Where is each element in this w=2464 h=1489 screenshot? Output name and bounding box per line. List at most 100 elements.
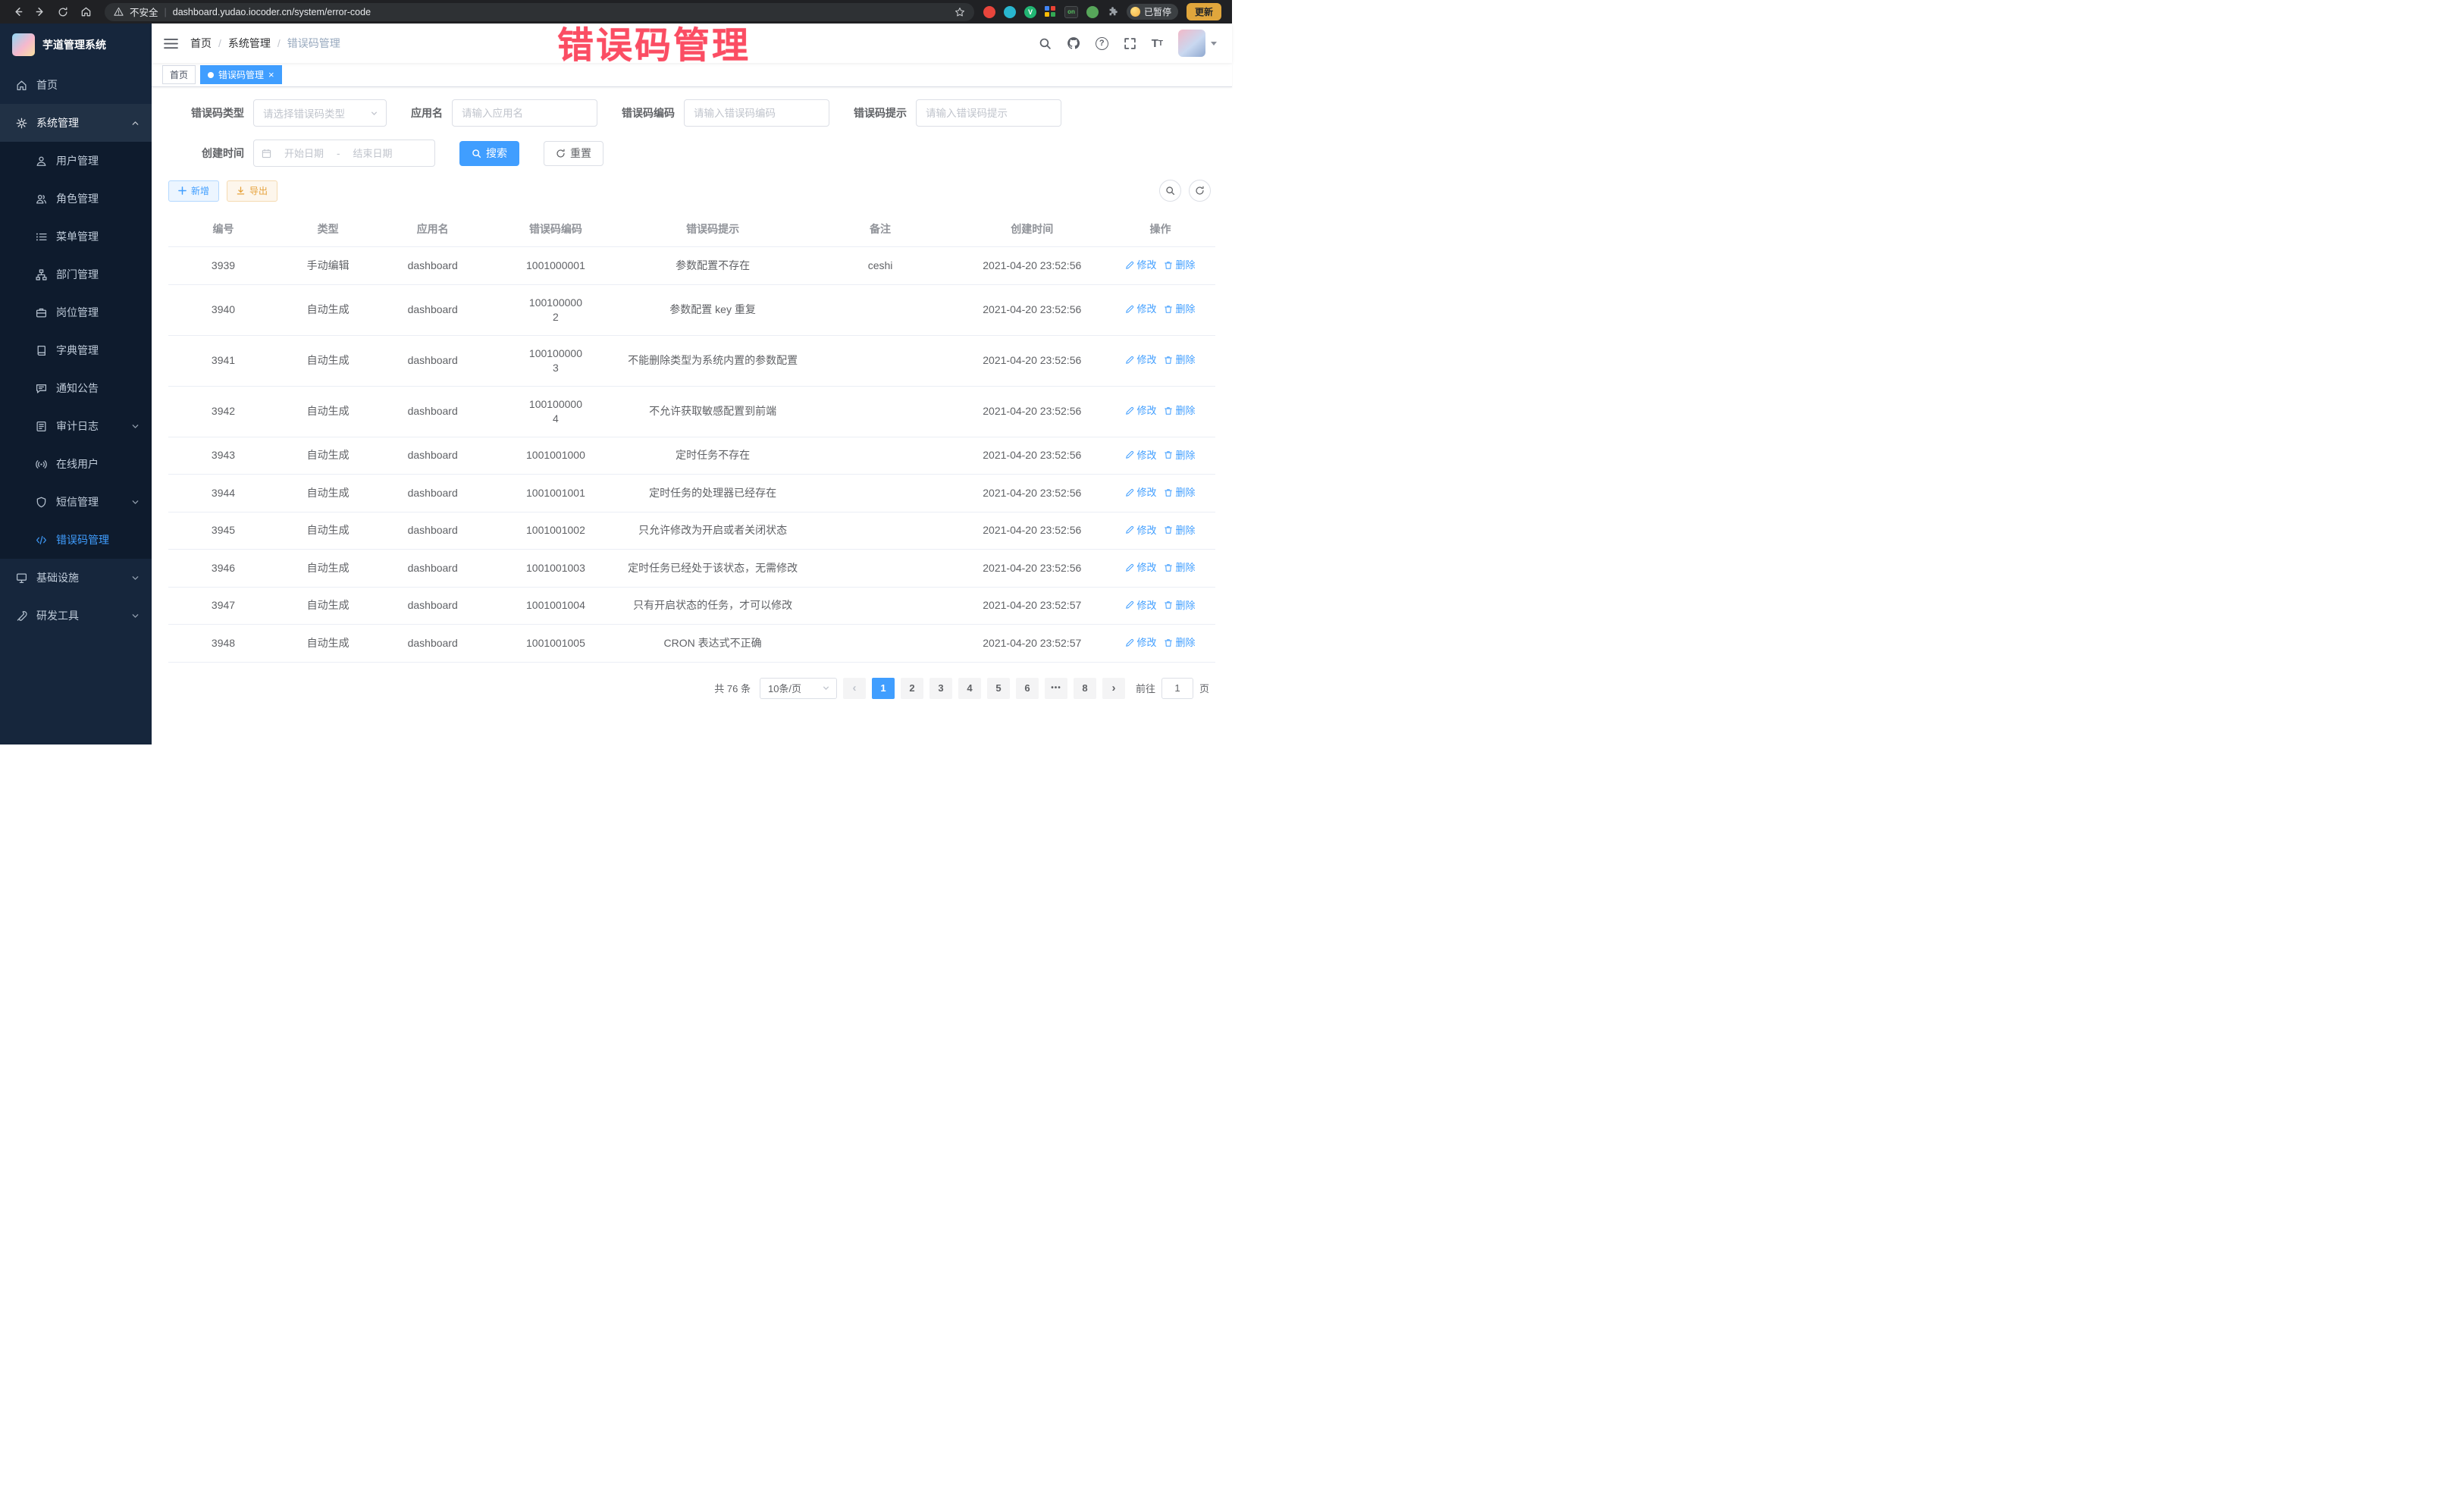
sidebar-item-notice[interactable]: 通知公告 xyxy=(0,369,152,407)
delete-link[interactable]: 删除 xyxy=(1164,635,1195,650)
delete-link[interactable]: 删除 xyxy=(1164,353,1195,367)
sidebar-item-home[interactable]: 首页 xyxy=(0,66,152,104)
delete-link[interactable]: 删除 xyxy=(1164,523,1195,538)
fullscreen-icon[interactable] xyxy=(1124,37,1136,50)
tab-首页[interactable]: 首页 xyxy=(162,65,196,84)
page-button-8[interactable]: 8 xyxy=(1074,678,1096,699)
sidebar-item-user[interactable]: 用户管理 xyxy=(0,142,152,180)
browser-update-button[interactable]: 更新 xyxy=(1187,3,1221,20)
security-label[interactable]: 不安全 xyxy=(130,5,158,19)
error-hint-input[interactable] xyxy=(916,99,1061,127)
browser-reload-icon[interactable] xyxy=(53,2,73,22)
bookmark-star-icon[interactable] xyxy=(955,7,965,17)
role-icon xyxy=(35,193,47,205)
sidebar-item-dept[interactable]: 部门管理 xyxy=(0,255,152,293)
sidebar-item-tool[interactable]: 研发工具 xyxy=(0,597,152,635)
browser-forward-icon[interactable] xyxy=(30,2,50,22)
delete-link[interactable]: 删除 xyxy=(1164,560,1195,575)
browser-back-icon[interactable] xyxy=(8,2,27,22)
extension-icon-red[interactable] xyxy=(983,6,995,18)
delete-link[interactable]: 删除 xyxy=(1164,598,1195,613)
page-button-5[interactable]: 5 xyxy=(987,678,1010,699)
cell-id: 3940 xyxy=(168,284,278,335)
page-button-1[interactable]: 1 xyxy=(872,678,895,699)
error-code-input[interactable] xyxy=(684,99,829,127)
sidebar-item-role[interactable]: 角色管理 xyxy=(0,180,152,218)
error-type-select[interactable]: 请选择错误码类型 xyxy=(253,99,387,127)
extensions-puzzle-icon[interactable] xyxy=(1107,6,1118,17)
refresh-table-button[interactable] xyxy=(1189,180,1211,202)
search-button[interactable]: 搜索 xyxy=(459,141,519,166)
start-date-input[interactable] xyxy=(276,148,332,159)
prev-page-button[interactable]: ‹ xyxy=(843,678,866,699)
url-text[interactable]: dashboard.yudao.iocoder.cn/system/error-… xyxy=(173,7,371,17)
extension-icon-on[interactable]: on xyxy=(1064,6,1078,18)
add-button[interactable]: 新增 xyxy=(168,180,219,202)
delete-link[interactable]: 删除 xyxy=(1164,302,1195,316)
sidebar-item-online[interactable]: 在线用户 xyxy=(0,445,152,483)
app-logo[interactable]: 芋道管理系统 xyxy=(0,24,152,66)
next-page-button[interactable]: › xyxy=(1102,678,1125,699)
extension-icon-teal[interactable] xyxy=(1004,6,1016,18)
sidebar-item-sms[interactable]: 短信管理 xyxy=(0,483,152,521)
edit-link[interactable]: 修改 xyxy=(1125,560,1156,575)
close-icon[interactable]: × xyxy=(268,70,274,80)
page-button-3[interactable]: 3 xyxy=(929,678,952,699)
error-code-label: 错误码编码 xyxy=(622,105,675,121)
edit-link[interactable]: 修改 xyxy=(1125,485,1156,500)
sidebar-item-log[interactable]: 审计日志 xyxy=(0,407,152,445)
edit-link[interactable]: 修改 xyxy=(1125,302,1156,316)
github-icon[interactable] xyxy=(1067,36,1080,50)
edit-link[interactable]: 修改 xyxy=(1125,598,1156,613)
menu-icon xyxy=(35,231,47,243)
user-avatar[interactable] xyxy=(1178,30,1217,57)
search-icon[interactable] xyxy=(1039,37,1052,50)
delete-link[interactable]: 删除 xyxy=(1164,485,1195,500)
cell-id: 3946 xyxy=(168,550,278,588)
edit-link[interactable]: 修改 xyxy=(1125,523,1156,538)
sidebar-toggle-icon[interactable] xyxy=(152,38,190,49)
edit-link[interactable]: 修改 xyxy=(1125,403,1156,418)
page-size-select[interactable]: 10条/页 xyxy=(760,678,837,699)
cell-created: 2021-04-20 23:52:56 xyxy=(959,475,1105,513)
edit-link[interactable]: 修改 xyxy=(1125,448,1156,462)
end-date-input[interactable] xyxy=(345,148,401,159)
app-name-input[interactable] xyxy=(452,99,597,127)
more-pages-button[interactable]: ••• xyxy=(1045,678,1067,699)
delete-link[interactable]: 删除 xyxy=(1164,448,1195,462)
breadcrumb-item[interactable]: 首页 xyxy=(190,36,212,51)
edit-link[interactable]: 修改 xyxy=(1125,258,1156,272)
font-size-icon[interactable]: TT xyxy=(1152,37,1163,50)
tab-错误码管理[interactable]: 错误码管理× xyxy=(200,65,282,84)
help-icon[interactable]: ? xyxy=(1096,37,1108,50)
paused-badge[interactable]: 已暂停 xyxy=(1127,4,1178,20)
edit-link[interactable]: 修改 xyxy=(1125,353,1156,367)
sidebar-item-gear[interactable]: 系统管理 xyxy=(0,104,152,142)
extension-icon-grid[interactable] xyxy=(1045,6,1056,17)
code-icon xyxy=(35,534,47,546)
address-bar[interactable]: 不安全 | dashboard.yudao.iocoder.cn/system/… xyxy=(105,3,974,21)
sidebar-item-post[interactable]: 岗位管理 xyxy=(0,293,152,331)
delete-link[interactable]: 删除 xyxy=(1164,403,1195,418)
page-button-6[interactable]: 6 xyxy=(1016,678,1039,699)
edit-link[interactable]: 修改 xyxy=(1125,635,1156,650)
delete-link[interactable]: 删除 xyxy=(1164,258,1195,272)
date-range-picker[interactable]: - xyxy=(253,139,435,167)
browser-home-icon[interactable] xyxy=(76,2,96,22)
chevron-down-icon xyxy=(131,498,140,506)
column-header: 类型 xyxy=(278,212,378,247)
breadcrumb-item[interactable]: 系统管理 xyxy=(228,36,271,51)
extension-icon-leaf[interactable] xyxy=(1086,6,1099,18)
page-button-4[interactable]: 4 xyxy=(958,678,981,699)
page-button-2[interactable]: 2 xyxy=(901,678,923,699)
sidebar-item-menu[interactable]: 菜单管理 xyxy=(0,218,152,255)
table-row: 3940自动生成dashboard1001000002参数配置 key 重复20… xyxy=(168,284,1215,335)
sidebar-item-infra[interactable]: 基础设施 xyxy=(0,559,152,597)
export-button[interactable]: 导出 xyxy=(227,180,277,202)
goto-page-input[interactable] xyxy=(1161,678,1193,699)
sidebar-item-dict[interactable]: 字典管理 xyxy=(0,331,152,369)
extension-icon-green-v[interactable]: V xyxy=(1024,6,1036,18)
toggle-search-button[interactable] xyxy=(1159,180,1181,202)
sidebar-item-code[interactable]: 错误码管理 xyxy=(0,521,152,559)
reset-button[interactable]: 重置 xyxy=(544,141,603,166)
